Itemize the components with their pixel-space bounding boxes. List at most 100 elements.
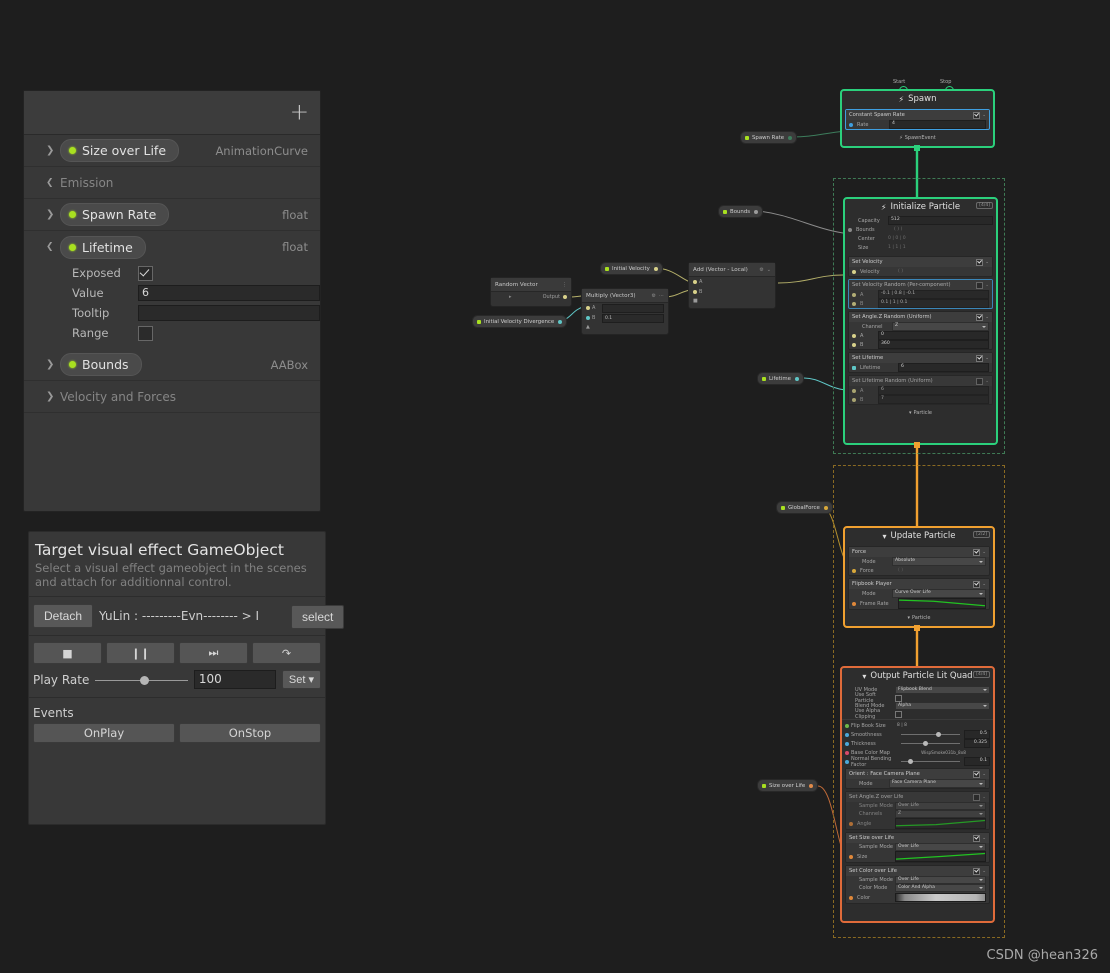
block-enable-checkbox[interactable] [976, 313, 984, 321]
chevron-down-icon[interactable]: ⌄ [985, 356, 989, 361]
input-port[interactable] [848, 227, 852, 232]
block-set-lifetime-random[interactable]: Set Lifetime Random (Uniform) ⌄ A 6 B 7 [848, 375, 993, 405]
add-input-icon[interactable]: ▲ [586, 324, 590, 330]
block-enable-checkbox[interactable] [973, 548, 981, 556]
block-header[interactable]: Set Angle.Z over Life ⌄ [846, 792, 989, 802]
prop-value[interactable]: Alpha [895, 701, 990, 711]
input-port[interactable] [852, 568, 856, 573]
input-port[interactable] [845, 723, 849, 728]
chevron-down-icon[interactable]: ⌄ [982, 582, 986, 587]
prop-value[interactable]: Face Camera Plane [889, 779, 986, 788]
input-port[interactable] [849, 854, 853, 859]
block-controls[interactable]: ⌄ [973, 867, 986, 875]
block-header[interactable]: Set Size over Life ⌄ [846, 833, 989, 843]
prop-value[interactable]: Color And Alpha [895, 883, 986, 893]
block-controls[interactable]: ⌄ [973, 111, 986, 119]
initialize-flow-out-port[interactable] [914, 442, 920, 448]
block-set-velocity-random[interactable]: Set Velocity Random (Per-component) ⌄ A … [848, 279, 993, 309]
operator-add-vector-local[interactable]: Add (Vector - Local) ⚙ ⌄ A B ■ [688, 262, 776, 309]
use-alpha-clipping-checkbox[interactable] [895, 710, 902, 718]
particle-flow-output[interactable]: ▾ Particle [845, 612, 993, 623]
block-header[interactable]: Set Lifetime Random (Uniform) ⌄ [849, 376, 992, 386]
prop-value[interactable]: 4 [889, 120, 986, 129]
block-flipbook-player[interactable]: Flipbook Player ⌄ Mode Curve Over Life F… [848, 578, 990, 610]
output-port[interactable] [809, 783, 814, 788]
color-gradient-field[interactable] [895, 893, 986, 902]
input-port[interactable] [845, 759, 849, 764]
block-controls[interactable]: ⌄ [973, 548, 986, 556]
input-port-b[interactable] [586, 316, 590, 320]
block-controls[interactable]: ⌄ [976, 281, 989, 289]
block-set-angle-z-over-life[interactable]: Set Angle.Z over Life ⌄ Sample Mode Over… [845, 791, 990, 830]
add-input-row[interactable]: ▲ [582, 323, 668, 331]
input-value-b[interactable]: 0.1 [602, 313, 664, 323]
slider-knob[interactable] [936, 731, 942, 737]
update-flow-out-port[interactable] [914, 625, 920, 631]
graph-node-global-force[interactable]: GlobalForce [776, 501, 833, 514]
input-port-a[interactable] [693, 280, 697, 284]
prop-value[interactable]: 0 [878, 331, 989, 340]
settings-icon[interactable]: ⚙ [652, 293, 656, 299]
block-controls[interactable]: ⌄ [973, 580, 986, 588]
size-curve[interactable] [895, 851, 986, 862]
spawn-event-output[interactable]: ⚡ SpawnEvent [842, 132, 993, 143]
chevron-down-icon[interactable]: ⌄ [982, 113, 986, 118]
prop-value[interactable]: 0.1 [964, 757, 990, 766]
input-port-a[interactable] [586, 306, 590, 310]
output-port[interactable] [558, 319, 563, 324]
prop-value[interactable]: 8 | 8 [897, 723, 990, 728]
block-controls[interactable]: ⌄ [973, 770, 986, 778]
block-header[interactable]: Set Velocity Random (Per-component) ⌄ [849, 280, 992, 290]
chevron-down-icon[interactable]: ⌄ [982, 869, 986, 874]
block-header[interactable]: Force ⌄ [849, 547, 989, 557]
input-port[interactable] [852, 333, 856, 338]
block-controls[interactable]: ⌄ [976, 258, 989, 266]
block-header[interactable]: Set Lifetime ⌄ [849, 353, 992, 363]
chevron-down-icon[interactable]: ⌄ [985, 379, 989, 384]
prop-value[interactable]: 0.5 [964, 730, 990, 739]
operator-multiply-vector3[interactable]: Multiply (Vector3) ⚙ ⋯ A B 0.1 ▲ [581, 288, 669, 335]
prop-value[interactable]: 360 [878, 340, 989, 349]
block-force[interactable]: Force ⌄ Mode Absolute Force ( ) [848, 546, 990, 576]
block-orient-face-camera-plane[interactable]: Orient : Face Camera Plane ⌄ Mode Face C… [845, 768, 990, 789]
input-port[interactable] [849, 895, 853, 900]
prop-value[interactable]: 512 [888, 216, 993, 225]
block-enable-checkbox[interactable] [973, 867, 981, 875]
add-input-icon[interactable]: ■ [693, 298, 698, 304]
block-enable-checkbox[interactable] [976, 258, 984, 266]
graph-node-size-over-life[interactable]: Size over Life [757, 779, 819, 792]
block-header[interactable]: Orient : Face Camera Plane ⌄ [846, 769, 989, 779]
prop-value[interactable]: Absolute [892, 557, 986, 566]
block-enable-checkbox[interactable] [973, 770, 981, 778]
block-set-size-over-life[interactable]: Set Size over Life ⌄ Sample Mode Over Li… [845, 832, 990, 863]
block-enable-checkbox[interactable] [973, 834, 981, 842]
prop-value[interactable]: 0.325 [964, 739, 990, 748]
block-set-velocity[interactable]: Set Velocity ⌄ Velocity ( ) [848, 256, 993, 277]
context-initialize-particle[interactable]: ⚡ Initialize Particle [4/4] Capacity 512… [843, 197, 998, 445]
base-color-map-field[interactable]: WispSmoke031b_8x8 [897, 750, 990, 755]
menu-icon[interactable]: ⋯ [659, 293, 664, 299]
input-port[interactable] [849, 122, 853, 127]
block-enable-checkbox[interactable] [973, 580, 981, 588]
input-port[interactable] [845, 732, 849, 737]
block-enable-checkbox[interactable] [976, 354, 984, 362]
prop-value[interactable]: Z [892, 322, 989, 331]
block-set-color-over-life[interactable]: Set Color over Life ⌄ Sample Mode Over L… [845, 865, 990, 904]
chevron-down-icon[interactable]: ⌄ [982, 836, 986, 841]
input-port-b[interactable] [693, 290, 697, 294]
prop-value[interactable]: Z [895, 809, 986, 819]
input-port[interactable] [852, 397, 856, 402]
prop-value[interactable]: Flipbook Blend [895, 685, 990, 695]
prop-value[interactable]: Over Life [895, 842, 986, 852]
graph-node-spawn-rate[interactable]: Spawn Rate [740, 131, 798, 144]
block-set-angle-z-random[interactable]: Set Angle.Z Random (Uniform) ⌄ Channel Z… [848, 311, 993, 350]
input-port[interactable] [852, 601, 856, 606]
vfx-graph-canvas[interactable]: Spawn Rate Bounds Initial Velocity Initi… [0, 0, 1110, 973]
output-port[interactable] [788, 135, 793, 140]
block-header[interactable]: Set Angle.Z Random (Uniform) ⌄ [849, 312, 992, 322]
block-constant-spawn-rate[interactable]: Constant Spawn Rate ⌄ Rate 4 [845, 109, 990, 130]
chevron-down-icon[interactable]: ⌄ [982, 795, 986, 800]
context-update-particle[interactable]: ▾ Update Particle [2/2] Force ⌄ Mode Abs… [843, 526, 995, 628]
block-enable-checkbox[interactable] [973, 111, 981, 119]
block-controls[interactable]: ⌄ [973, 793, 986, 801]
